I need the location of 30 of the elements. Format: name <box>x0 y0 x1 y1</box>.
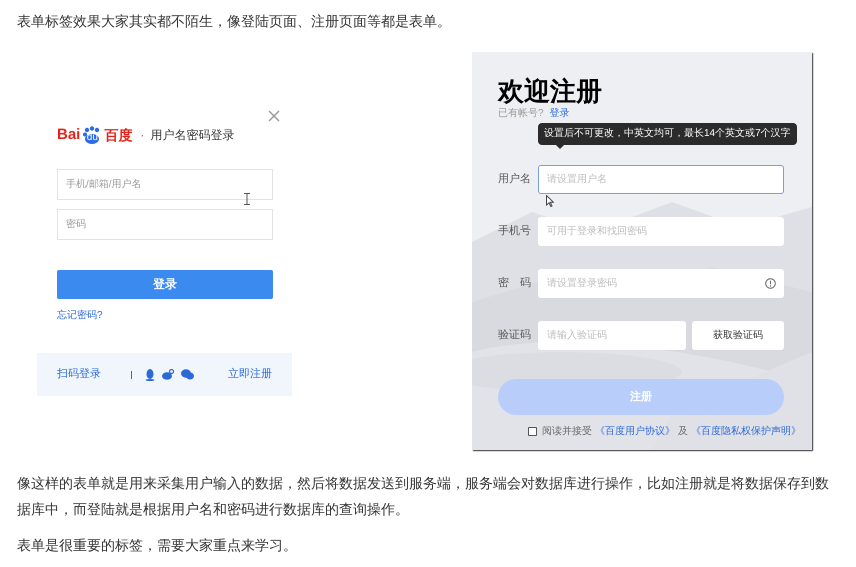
forgot-password-link[interactable]: 忘记密码? <box>57 308 103 322</box>
agreement-text: 阅读并接受 <box>542 424 592 439</box>
login-button[interactable]: 登录 <box>57 270 273 298</box>
text-cursor-icon <box>244 192 250 204</box>
account-prompt: 已有帐号? <box>498 106 544 121</box>
paw-logo: du <box>82 126 102 144</box>
brand-logo-text: 百度 <box>104 126 132 145</box>
body-paragraph: 像这样的表单就是用来采集用户输入的数据，然后将数据发送到服务端，服务端会对数据库进行操作，比如注册就是将数据保存到数据库中，而登陆就是根据用户名和密码进行数据库的查询操作。 <box>17 474 830 519</box>
get-code-button[interactable]: 获取验证码 <box>692 320 784 350</box>
info-icon[interactable] <box>765 278 776 288</box>
agreement-link[interactable]: 《百度隐私权保护声明》 <box>691 424 801 439</box>
close-icon[interactable] <box>268 110 280 122</box>
login-link[interactable]: 登录 <box>550 106 570 121</box>
brand-logo-text: Bai <box>57 125 80 145</box>
qr-login-link[interactable]: 扫码登录 <box>57 366 101 383</box>
checkbox[interactable] <box>528 427 537 436</box>
input-field[interactable]: 请设置用户名 <box>538 164 784 194</box>
pointer-cursor-icon <box>546 195 554 207</box>
register-link[interactable]: 立即注册 <box>228 366 272 383</box>
intro-paragraph: 表单标签效果大家其实都不陌生，像登陆页面、注册页面等都是表单。 <box>17 12 452 31</box>
field-label: 用户名 <box>498 172 532 187</box>
field-label: 手机号 <box>498 224 532 239</box>
register-title: 欢迎注册 <box>498 75 602 108</box>
login-subtitle: 用户名密码登录 <box>150 127 234 144</box>
field-label: 验证码 <box>498 328 532 343</box>
agreement-text: 及 <box>678 425 688 439</box>
body-paragraph: 表单是很重要的标签，需要大家重点来学习。 <box>17 536 298 555</box>
field-label: 密 码 <box>498 276 532 291</box>
agreement-link[interactable]: 《百度用户协议》 <box>595 424 675 439</box>
separator-dot: · <box>140 127 144 144</box>
